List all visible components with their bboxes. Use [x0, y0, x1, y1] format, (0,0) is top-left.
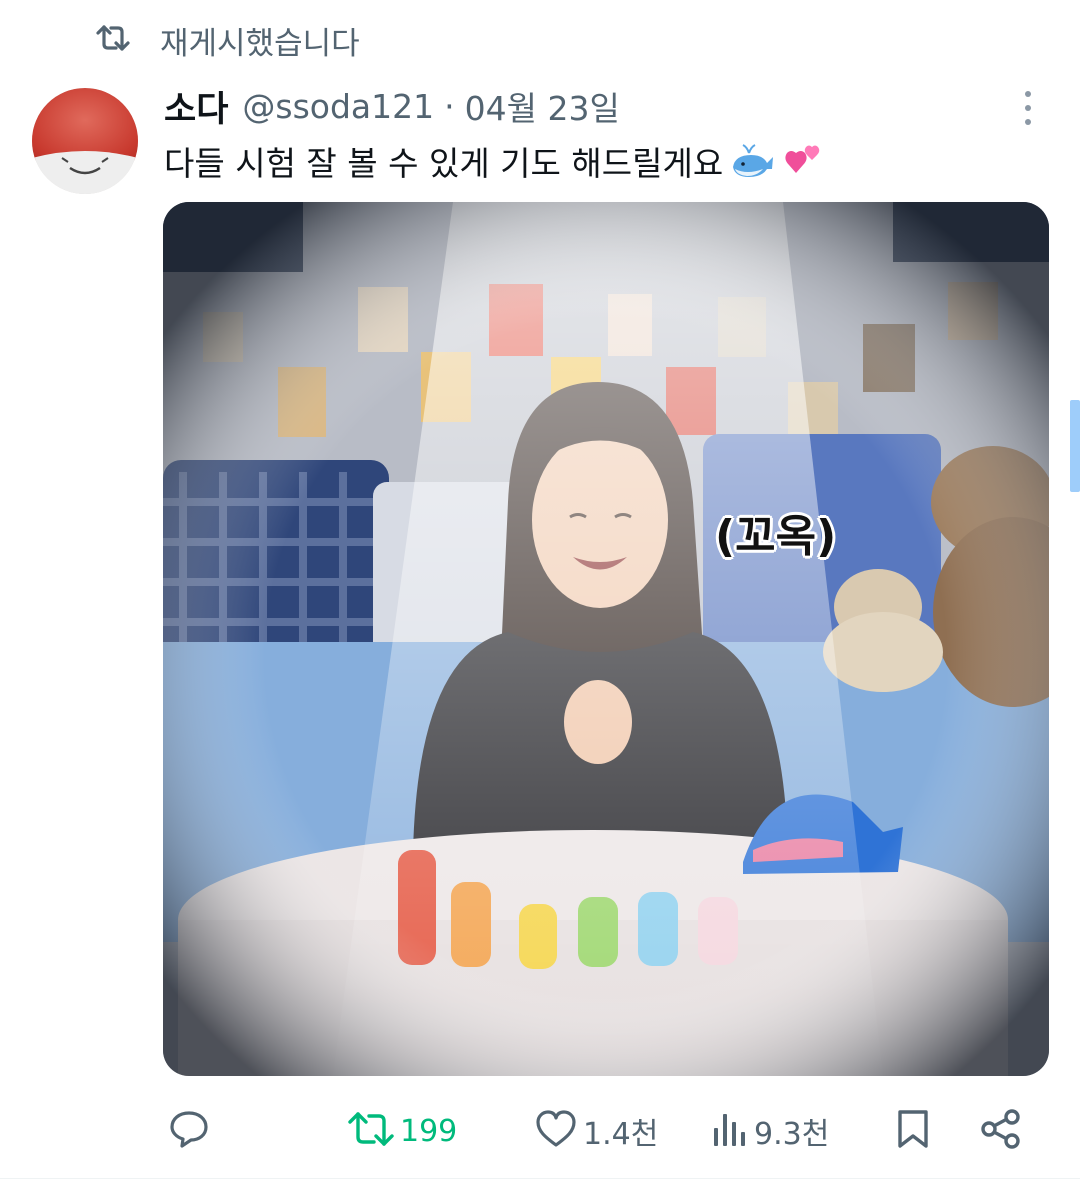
- share-icon: [980, 1108, 1022, 1154]
- views-icon: [712, 1110, 748, 1152]
- more-dot: [1025, 119, 1031, 125]
- like-button[interactable]: 1.4천: [535, 1100, 658, 1162]
- tweet-media-image[interactable]: (꼬옥): [163, 202, 1049, 1076]
- like-count: 1.4천: [583, 1117, 659, 1152]
- two-hearts-emoji: [781, 141, 827, 181]
- views-button[interactable]: 9.3천: [712, 1100, 829, 1162]
- scroll-indicator[interactable]: [1070, 400, 1080, 492]
- display-name[interactable]: 소다: [164, 81, 228, 132]
- share-button[interactable]: [980, 1100, 1022, 1162]
- avatar[interactable]: [32, 88, 138, 194]
- more-dot: [1025, 91, 1031, 97]
- tweet-date[interactable]: 04월 23일: [465, 82, 620, 130]
- repost-icon: [96, 24, 130, 56]
- views-count: 9.3천: [754, 1117, 830, 1152]
- heart-icon: [535, 1110, 577, 1152]
- tweet-text: 다들 시험 잘 볼 수 있게 기도 해드릴게요: [164, 144, 724, 183]
- divider: [0, 1178, 1080, 1179]
- tweet-header: 소다 @ssoda121 · 04월 23일: [164, 80, 620, 132]
- tweet-text-row: 다들 시험 잘 볼 수 있게 기도 해드릴게요: [164, 136, 827, 186]
- reply-button[interactable]: [168, 1100, 216, 1162]
- repost-header[interactable]: 재게시했습니다: [96, 18, 360, 62]
- separator-dot: ·: [444, 86, 455, 126]
- repost-icon: [348, 1111, 394, 1151]
- tweet-action-bar: 199 1.4천 9.3천: [0, 1100, 1080, 1162]
- bookmark-button[interactable]: [896, 1100, 930, 1162]
- more-options-button[interactable]: [1010, 88, 1046, 128]
- repost-count: 199: [400, 1113, 458, 1149]
- bookmark-icon: [896, 1109, 930, 1153]
- user-handle[interactable]: @ssoda121: [242, 87, 434, 126]
- repost-button[interactable]: 199: [348, 1100, 457, 1162]
- whale-emoji: [729, 141, 775, 181]
- media-overlay-caption: (꼬옥): [715, 511, 837, 562]
- more-dot: [1025, 105, 1031, 111]
- reply-icon: [168, 1109, 210, 1153]
- repost-header-text: 재게시했습니다: [160, 25, 360, 62]
